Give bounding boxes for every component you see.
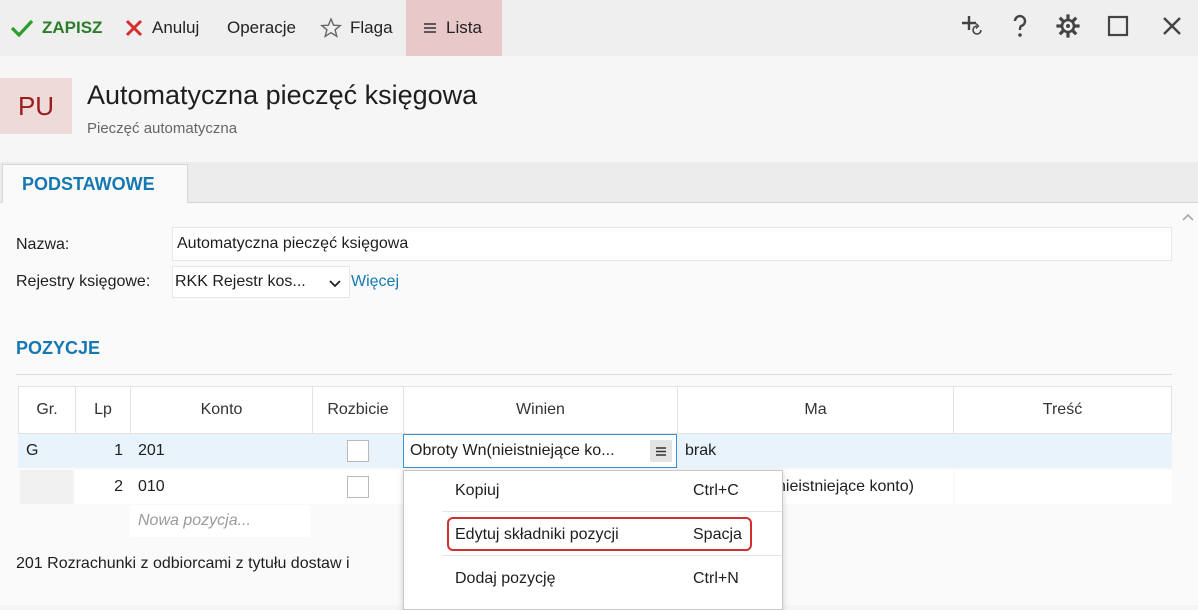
- cell-ma[interactable]: brak: [685, 434, 945, 468]
- document-badge: PU: [0, 78, 72, 134]
- cell-konto[interactable]: 010: [130, 470, 312, 504]
- column-header[interactable]: Treść: [954, 387, 1171, 433]
- column-header[interactable]: Winien: [404, 387, 678, 433]
- cell-lp: 2: [75, 470, 130, 504]
- add-refresh-icon: [959, 13, 985, 44]
- positions-grid-header: Gr. Lp Konto Rozbicie Winien Ma Treść: [18, 386, 1172, 434]
- highlight-outline: [447, 517, 752, 551]
- form-content: Nazwa: Automatyczna pieczęć księgowa Rej…: [0, 203, 1198, 610]
- positions-section-title: POZYCJE: [16, 338, 101, 358]
- cell-rozbicie[interactable]: [312, 470, 403, 504]
- menu-item-shortcut: Ctrl+N: [693, 570, 739, 587]
- page-title: Automatyczna pieczęć księgowa: [87, 80, 478, 110]
- registers-value: RKK Rejestr kos...: [175, 273, 306, 290]
- flag-button[interactable]: Flaga: [320, 0, 393, 56]
- name-input[interactable]: Automatyczna pieczęć księgowa: [172, 227, 1172, 261]
- list-label: Lista: [446, 18, 482, 37]
- context-menu: Kopiuj Ctrl+C Edytuj składniki pozycji S…: [403, 470, 783, 610]
- column-header[interactable]: Gr.: [19, 387, 76, 433]
- cell-tresc[interactable]: [955, 470, 1172, 504]
- registers-select[interactable]: RKK Rejestr kos...: [172, 266, 350, 298]
- cell-gr: G: [26, 442, 39, 459]
- question-icon: [1009, 13, 1031, 44]
- hamburger-icon: [422, 21, 438, 35]
- menu-item-shortcut: Ctrl+C: [693, 482, 739, 499]
- chevron-down-icon: [329, 276, 341, 294]
- hamburger-icon[interactable]: [650, 440, 672, 462]
- name-label: Nazwa:: [16, 236, 70, 253]
- cell-lp: 1: [114, 442, 123, 459]
- section-divider: [16, 374, 1172, 375]
- gear-icon: [1056, 13, 1080, 43]
- close-button[interactable]: [1154, 0, 1190, 56]
- cancel-label: Anuluj: [152, 18, 200, 37]
- save-label: ZAPISZ: [42, 18, 103, 37]
- menu-item-copy[interactable]: Kopiuj Ctrl+C: [404, 473, 782, 509]
- cancel-button[interactable]: Anuluj: [124, 0, 199, 56]
- square-icon: [1107, 15, 1129, 42]
- tab-podstawowe[interactable]: PODSTAWOWE: [2, 164, 188, 204]
- save-button[interactable]: ZAPISZ: [10, 0, 102, 56]
- winien-value: Obroty Wn(nieistniejące ko...: [410, 442, 615, 459]
- operations-label: Operacje: [227, 18, 296, 37]
- registers-label: Rejestry księgowe:: [16, 273, 151, 290]
- column-header[interactable]: Konto: [131, 387, 313, 433]
- menu-item-add-position[interactable]: Dodaj pozycję Ctrl+N: [404, 561, 782, 597]
- close-icon: [1161, 15, 1183, 42]
- name-value: Automatyczna pieczęć księgowa: [177, 235, 409, 252]
- menu-item-label: Dodaj pozycję: [455, 570, 556, 587]
- page-header: PU Automatyczna pieczęć księgowa Pieczęć…: [0, 56, 1198, 162]
- scroll-up-icon[interactable]: [1181, 209, 1195, 225]
- column-header[interactable]: Ma: [678, 387, 954, 433]
- account-description: 201 Rozrachunki z odbiorcami z tytułu do…: [16, 555, 350, 572]
- settings-button[interactable]: [1050, 0, 1086, 56]
- more-link[interactable]: Więcej: [351, 273, 399, 291]
- rozbicie-checkbox[interactable]: [346, 440, 369, 462]
- help-button[interactable]: [1002, 0, 1038, 56]
- cell-konto[interactable]: 201: [138, 434, 308, 468]
- menu-item-label: Kopiuj: [455, 482, 500, 499]
- menu-separator: [442, 511, 782, 512]
- list-button[interactable]: Lista: [406, 0, 502, 56]
- page-subtitle: Pieczęć automatyczna: [87, 120, 238, 137]
- cell-tresc[interactable]: [953, 434, 1172, 468]
- checkmark-icon: [10, 18, 34, 38]
- x-icon: [124, 18, 144, 38]
- toolbar: ZAPISZ Anuluj Operacje Flaga Lista: [0, 0, 1198, 56]
- rozbicie-checkbox[interactable]: [346, 476, 369, 498]
- star-icon: [320, 17, 342, 39]
- cell-winien-editor[interactable]: Obroty Wn(nieistniejące ko...: [403, 434, 677, 468]
- table-row[interactable]: G 1 201 Obroty Wn(nieistniejące ko... br…: [18, 434, 1172, 468]
- maximize-button[interactable]: [1100, 0, 1136, 56]
- menu-separator: [442, 555, 782, 556]
- tab-bar: PODSTAWOWE: [0, 162, 1198, 204]
- new-position-input[interactable]: Nowa pozycja...: [130, 505, 310, 537]
- column-header[interactable]: Rozbicie: [313, 387, 404, 433]
- operations-button[interactable]: Operacje: [227, 0, 296, 56]
- add-refresh-button[interactable]: [954, 0, 990, 56]
- flag-label: Flaga: [350, 18, 393, 37]
- cell-gr: [20, 470, 73, 504]
- cell-rozbicie[interactable]: [312, 434, 403, 468]
- column-header[interactable]: Lp: [76, 387, 131, 433]
